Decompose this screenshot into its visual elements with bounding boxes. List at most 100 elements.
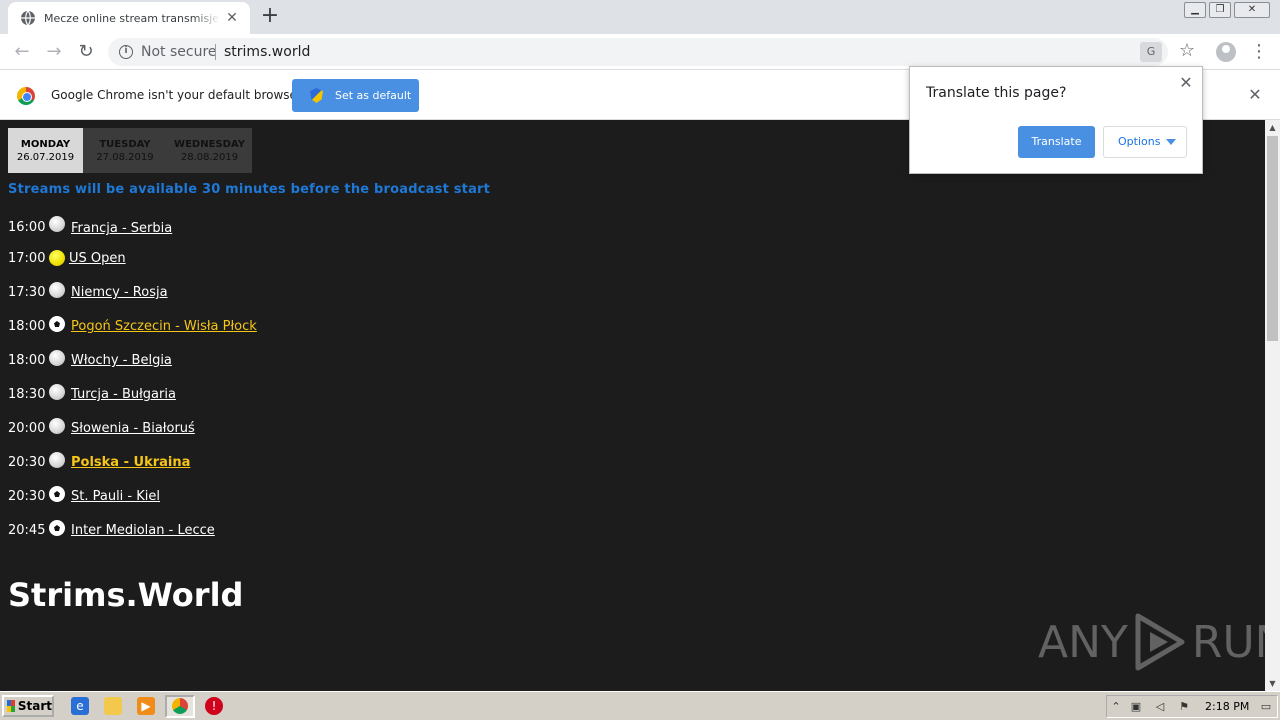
start-label: Start — [17, 699, 52, 713]
window-close-button[interactable]: ✕ — [1234, 2, 1270, 18]
match-link[interactable]: Francja - Serbia — [71, 221, 172, 236]
match-link[interactable]: Słowenia - Białoruś — [71, 421, 195, 436]
clock[interactable]: 2:18 PM — [1205, 700, 1249, 713]
day-name: TUESDAY — [99, 139, 151, 150]
taskbar: Start e ▶ ! ⌃ ▣ ◁ ⚑ 2:18 PM ▭ — [0, 691, 1280, 720]
match-time: 18:00 — [8, 353, 46, 368]
day-date: 27.08.2019 — [96, 152, 154, 163]
set-as-default-label: Set as default — [335, 89, 412, 102]
minimize-button[interactable]: ▁ — [1184, 2, 1206, 18]
match-link[interactable]: Włochy - Belgia — [71, 353, 172, 368]
match-link[interactable]: St. Pauli - Kiel — [71, 489, 160, 504]
watermark-text-right: RUN — [1191, 616, 1265, 668]
tab-close-icon[interactable]: ✕ — [224, 10, 240, 26]
separator — [215, 44, 216, 60]
volleyball-icon — [49, 216, 65, 232]
football-icon — [49, 520, 65, 536]
browser-tab[interactable]: Mecze online stream transmisje sportowe … — [8, 2, 250, 34]
forward-button[interactable]: → — [42, 40, 66, 64]
show-desktop-icon[interactable]: ▭ — [1259, 700, 1273, 714]
day-date: 26.07.2019 — [16, 152, 75, 163]
page-content: MONDAY 26.07.2019 TUESDAY 27.08.2019 WED… — [0, 120, 1265, 691]
football-icon — [49, 316, 65, 332]
translate-icon[interactable]: G — [1140, 42, 1162, 62]
system-tray: ⌃ ▣ ◁ ⚑ 2:18 PM ▭ — [1106, 695, 1278, 718]
windows-logo-icon — [7, 700, 15, 712]
match-link[interactable]: Inter Mediolan - Lecce — [71, 523, 215, 538]
menu-icon[interactable]: ⋮ — [1250, 40, 1268, 64]
opera-icon[interactable]: ! — [205, 697, 223, 715]
match-link[interactable]: US Open — [69, 251, 126, 266]
address-bar[interactable]: i Not secure strims.world G — [108, 38, 1168, 66]
translate-popup: Translate this page? ✕ Translate Options — [909, 66, 1203, 174]
page-scrollbar[interactable]: ▲ ▼ — [1265, 120, 1280, 691]
scroll-up-icon[interactable]: ▲ — [1265, 120, 1280, 135]
network-icon[interactable]: ▣ — [1129, 700, 1143, 714]
security-label[interactable]: Not secure — [141, 44, 217, 60]
match-time: 18:30 — [8, 387, 46, 402]
translate-button[interactable]: Translate — [1018, 126, 1095, 158]
scroll-down-icon[interactable]: ▼ — [1265, 676, 1280, 691]
availability-notice: Streams will be available 30 minutes bef… — [8, 182, 491, 197]
folder-icon[interactable] — [104, 697, 122, 715]
match-link[interactable]: Niemcy - Rosja — [71, 285, 168, 300]
day-tab-wednesday[interactable]: WEDNESDAY 28.08.2019 — [167, 128, 252, 173]
volume-icon[interactable]: ◁ — [1153, 700, 1167, 714]
globe-icon — [21, 10, 35, 26]
day-date: 28.08.2019 — [180, 152, 239, 163]
chrome-icon — [172, 698, 188, 714]
translate-popup-title: Translate this page? — [926, 85, 1067, 101]
url-text[interactable]: strims.world — [224, 44, 310, 60]
play-logo-icon — [1135, 613, 1185, 671]
match-time: 20:00 — [8, 421, 46, 436]
taskbar-chrome-button[interactable] — [165, 695, 195, 718]
volleyball-icon — [49, 452, 65, 468]
day-tab-monday[interactable]: MONDAY 26.07.2019 — [8, 128, 83, 173]
day-tabs: MONDAY 26.07.2019 TUESDAY 27.08.2019 WED… — [8, 128, 252, 173]
tennis-ball-icon — [49, 250, 65, 266]
match-time: 20:30 — [8, 489, 46, 504]
set-as-default-button[interactable]: Set as default — [292, 79, 419, 112]
match-link[interactable]: Turcja - Bułgaria — [71, 387, 176, 402]
maximize-button[interactable]: ❐ — [1209, 2, 1231, 18]
volleyball-icon — [49, 384, 65, 400]
infobar-close-icon[interactable]: ✕ — [1247, 87, 1263, 103]
volleyball-icon — [49, 282, 65, 298]
internet-explorer-icon[interactable]: e — [71, 697, 89, 715]
tray-expand-icon[interactable]: ⌃ — [1109, 700, 1123, 714]
start-button[interactable]: Start — [2, 695, 54, 717]
match-time: 17:00 — [8, 251, 46, 266]
browser-toolbar: ← → ↻ i Not secure strims.world G ☆ ⋮ — [0, 34, 1280, 70]
site-title: Strims.World — [8, 576, 244, 614]
match-time: 17:30 — [8, 285, 46, 300]
watermark-text-left: ANY — [1038, 616, 1128, 668]
info-icon[interactable]: i — [119, 45, 133, 59]
tab-title: Mecze online stream transmisje sportowe — [44, 11, 220, 25]
options-button[interactable]: Options — [1103, 126, 1187, 158]
bookmark-star-icon[interactable]: ☆ — [1176, 40, 1198, 62]
new-tab-button[interactable]: + — [258, 4, 282, 28]
translate-close-icon[interactable]: ✕ — [1178, 75, 1194, 91]
volleyball-icon — [49, 418, 65, 434]
match-link[interactable]: Pogoń Szczecin - Wisła Płock — [71, 319, 257, 334]
tab-strip: Mecze online stream transmisje sportowe … — [0, 0, 1280, 34]
reload-button[interactable]: ↻ — [74, 40, 98, 64]
back-button[interactable]: ← — [10, 40, 34, 64]
volleyball-icon — [49, 350, 65, 366]
shield-icon — [310, 88, 323, 103]
day-name: WEDNESDAY — [174, 139, 245, 150]
profile-avatar-icon[interactable] — [1216, 42, 1236, 62]
match-link[interactable]: Polska - Ukraina — [71, 455, 190, 470]
day-tab-tuesday[interactable]: TUESDAY 27.08.2019 — [83, 128, 167, 173]
infobar-message: Google Chrome isn't your default browser — [51, 88, 302, 102]
media-player-icon[interactable]: ▶ — [137, 697, 155, 715]
anyrun-watermark: ANY RUN — [1038, 610, 1265, 674]
match-time: 20:45 — [8, 523, 46, 538]
chrome-logo-icon — [17, 87, 35, 105]
chevron-down-icon — [1166, 139, 1176, 145]
scrollbar-thumb[interactable] — [1267, 136, 1278, 341]
action-center-flag-icon[interactable]: ⚑ — [1177, 700, 1191, 714]
match-time: 16:00 — [8, 220, 46, 235]
options-label: Options — [1118, 135, 1161, 148]
day-name: MONDAY — [20, 139, 71, 150]
